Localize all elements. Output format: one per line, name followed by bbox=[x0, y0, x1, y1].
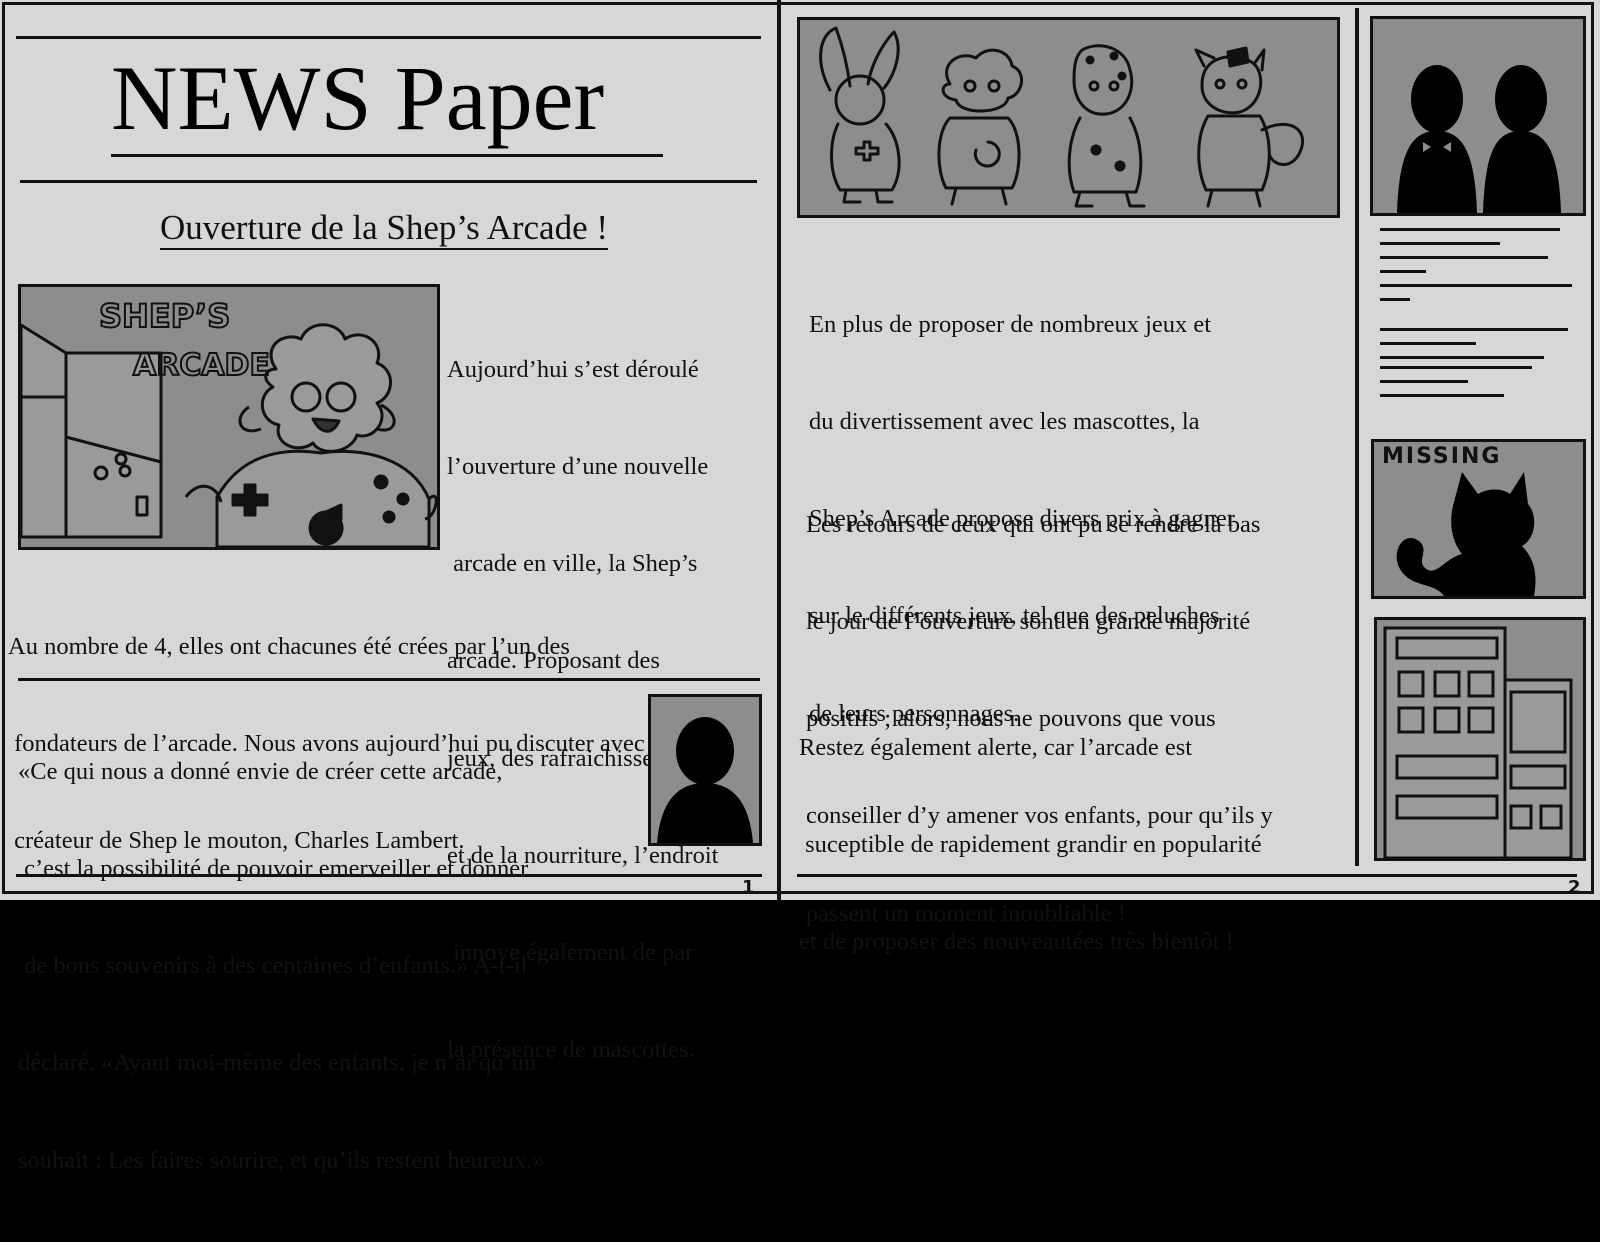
page-number-left: 1 bbox=[742, 877, 755, 898]
headline-text: Ouverture de la Shep’s Arcade ! bbox=[159, 208, 609, 250]
quote-line: «Ce qui nous a donné envie de créer cett… bbox=[18, 757, 503, 785]
arcade-illustration: SHEP’S ARCADE bbox=[18, 284, 440, 550]
lead-line: Aujourd’hui s’est déroulé bbox=[447, 355, 699, 383]
quote-line: déclaré. «Ayant moi-même des enfants, je… bbox=[18, 1049, 537, 1077]
author-portrait bbox=[648, 694, 762, 846]
mascots-illustration bbox=[797, 17, 1340, 218]
center-fold bbox=[777, 0, 781, 900]
quote-rule bbox=[18, 678, 760, 681]
arcade-drawing: SHEP’S ARCADE bbox=[21, 296, 437, 547]
building-drawing bbox=[1383, 626, 1573, 858]
text-line bbox=[1380, 394, 1504, 397]
page-number-right: 2 bbox=[1568, 877, 1581, 898]
para1-line: En plus de proposer de nombreux jeux et bbox=[809, 310, 1212, 338]
masthead-rule bbox=[20, 180, 757, 183]
para2-line: le jour de l’ouverture sont en grande ma… bbox=[806, 608, 1251, 636]
bottom-rule-left bbox=[16, 874, 762, 877]
person-silhouette-icon bbox=[657, 717, 753, 843]
text-line bbox=[1380, 366, 1532, 369]
text-line bbox=[1380, 284, 1572, 287]
para3-line: et de proposer des nouveautées très bien… bbox=[799, 928, 1234, 956]
cat-silhouette-icon bbox=[1396, 472, 1536, 596]
masthead-underline bbox=[111, 154, 663, 157]
body-line: Au nombre de 4, elles ont chacunes été c… bbox=[8, 632, 570, 660]
sign-shep: SHEP’S bbox=[99, 297, 230, 335]
quote-line: c’est la possibilité de pouvoir emerveil… bbox=[18, 855, 529, 883]
text-line bbox=[1380, 270, 1426, 273]
page2-paragraph-3: Restez également alerte, car l’arcade es… bbox=[799, 667, 1262, 1023]
missing-poster: MISSING bbox=[1371, 439, 1586, 599]
text-line bbox=[1380, 242, 1500, 245]
building-illustration bbox=[1374, 617, 1586, 861]
top-rule bbox=[16, 36, 761, 39]
mascot-drawings bbox=[819, 26, 1304, 208]
para3-line: Restez également alerte, car l’arcade es… bbox=[799, 733, 1193, 761]
masthead-title: NEWS Paper bbox=[111, 47, 605, 149]
para3-line: suceptible de rapidement grandir en popu… bbox=[799, 831, 1262, 859]
text-line bbox=[1380, 328, 1568, 331]
quote-line: souhait : Les faires sourire, et qu’ils … bbox=[18, 1146, 545, 1174]
text-line bbox=[1380, 298, 1410, 301]
para2-line: Les retours de ceux qui ont pu se rendre… bbox=[806, 510, 1261, 538]
sidebar-divider bbox=[1355, 8, 1359, 866]
article-headline: Ouverture de la Shep’s Arcade ! bbox=[0, 208, 768, 250]
text-line bbox=[1380, 380, 1468, 383]
sign-arcade: ARCADE bbox=[133, 348, 270, 383]
lead-line: l’ouverture d’une nouvelle bbox=[447, 453, 709, 481]
couple-portrait bbox=[1370, 16, 1586, 216]
bottom-rule-right bbox=[797, 874, 1577, 877]
text-line bbox=[1380, 342, 1476, 345]
para1-line: du divertissement avec les mascottes, la bbox=[809, 408, 1200, 436]
text-line bbox=[1380, 256, 1548, 259]
two-people-silhouette-icon bbox=[1397, 65, 1561, 213]
text-line bbox=[1380, 356, 1544, 359]
text-line bbox=[1380, 228, 1560, 231]
newspaper-spread: NEWS Paper Ouverture de la Shep’s Arcade… bbox=[0, 0, 1600, 1174]
quote-line: de bons souvenirs à des centaines d’enfa… bbox=[18, 952, 528, 980]
quote-paragraph: «Ce qui nous a donné envie de créer cett… bbox=[18, 691, 545, 1242]
